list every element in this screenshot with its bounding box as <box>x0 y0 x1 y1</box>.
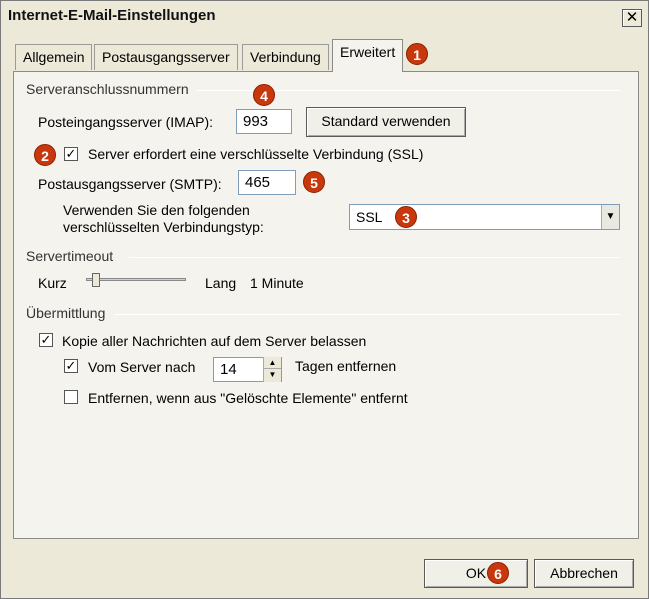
remove-after-label: Vom Server nach <box>88 359 196 375</box>
marker-badge: 1 <box>406 43 428 65</box>
ssl-checkbox[interactable]: ✓ <box>64 147 78 161</box>
ssl-checkbox-label: Server erfordert eine verschlüsselte Ver… <box>88 146 424 162</box>
remove-after-checkbox[interactable]: ✓ <box>64 359 78 373</box>
marker-badge: 6 <box>487 562 509 584</box>
dropdown-arrow-icon[interactable]: ▼ <box>601 205 619 229</box>
timeout-short-label: Kurz <box>38 275 67 291</box>
tab-allgemein[interactable]: Allgemein <box>15 44 93 70</box>
title-bar: Internet-E-Mail-Einstellungen ✕ <box>1 1 648 33</box>
remove-days-suffix: Tagen entfernen <box>295 358 397 374</box>
spin-up-icon[interactable]: ▲ <box>264 357 281 369</box>
keep-copy-checkbox[interactable]: ✓ <box>39 333 53 347</box>
timeout-slider-track[interactable] <box>86 278 186 281</box>
timeout-value: 1 Minute <box>250 275 304 291</box>
smtp-port-value: 465 <box>245 174 271 191</box>
marker-badge: 3 <box>395 206 417 228</box>
tab-erweitert[interactable]: Erweitert <box>332 39 404 72</box>
marker-badge: 2 <box>34 144 56 166</box>
settings-dialog: Internet-E-Mail-Einstellungen ✕ Allgemei… <box>0 0 649 599</box>
tab-label: Erweitert <box>340 44 396 60</box>
encryption-type-label-line1: Verwenden Sie den folgenden <box>63 202 250 218</box>
remove-days-value: 14 <box>220 361 237 378</box>
use-default-button[interactable]: Standard verwenden <box>306 107 466 137</box>
close-icon: ✕ <box>625 9 639 26</box>
group-separator <box>114 314 621 315</box>
group-label-timeout: Servertimeout <box>26 248 114 264</box>
cancel-button[interactable]: Abbrechen <box>534 559 634 588</box>
timeout-slider-thumb[interactable] <box>92 273 100 287</box>
tab-verbindung[interactable]: Verbindung <box>242 44 329 70</box>
encryption-type-value: SSL <box>356 209 383 225</box>
timeout-long-label: Lang <box>205 275 237 291</box>
remove-deleted-checkbox[interactable] <box>64 390 78 404</box>
group-separator <box>129 257 621 258</box>
ok-button[interactable]: OK <box>424 559 528 588</box>
marker-badge: 5 <box>303 171 325 193</box>
imap-port-value: 993 <box>243 113 269 130</box>
close-button[interactable]: ✕ <box>622 9 642 27</box>
smtp-port-input[interactable]: 465 <box>238 170 296 195</box>
tab-postausgangsserver[interactable]: Postausgangsserver <box>94 44 238 70</box>
imap-port-input[interactable]: 993 <box>236 109 292 134</box>
group-label-server-ports: Serveranschlussnummern <box>26 81 189 97</box>
tab-panel-erweitert <box>13 71 639 539</box>
remove-days-stepper[interactable]: 14 ▲ ▼ <box>213 357 282 382</box>
remove-deleted-label: Entfernen, wenn aus "Gelöschte Elemente"… <box>88 390 408 406</box>
imap-port-label: Posteingangsserver (IMAP): <box>38 114 214 130</box>
cancel-label: Abbrechen <box>550 565 618 581</box>
tab-label: Postausgangsserver <box>102 49 230 65</box>
smtp-port-label: Postausgangsserver (SMTP): <box>38 176 222 192</box>
ok-label: OK <box>465 565 487 581</box>
dialog-title: Internet-E-Mail-Einstellungen <box>8 7 216 24</box>
tab-label: Verbindung <box>250 49 321 65</box>
encryption-type-label-line2: verschlüsselten Verbindungstyp: <box>63 219 264 235</box>
use-default-label: Standard verwenden <box>321 113 451 129</box>
spin-down-icon[interactable]: ▼ <box>264 369 281 381</box>
encryption-type-select[interactable]: SSL ▼ <box>349 204 620 230</box>
spin-buttons: ▲ ▼ <box>263 357 281 382</box>
tab-label: Allgemein <box>23 49 85 65</box>
keep-copy-label: Kopie aller Nachrichten auf dem Server b… <box>62 333 367 349</box>
group-label-delivery: Übermittlung <box>26 305 106 321</box>
marker-badge: 4 <box>253 84 275 106</box>
